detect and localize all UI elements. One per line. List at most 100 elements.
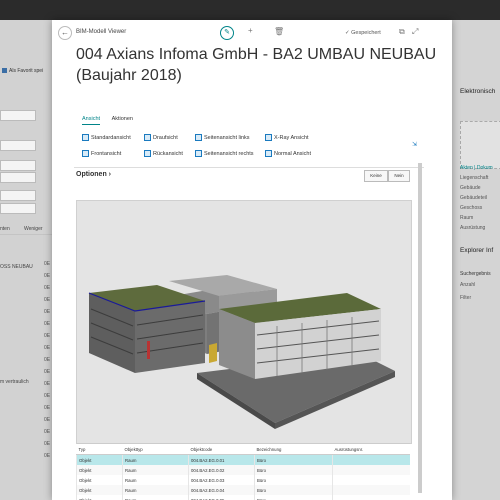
factbox-item: Ausrüstung xyxy=(460,225,486,231)
table-cell: Büro xyxy=(254,475,333,485)
factbox-link[interactable]: Akten | Dokum xyxy=(460,165,493,171)
bg-field[interactable] xyxy=(0,160,36,171)
factbox-heading: Elektronisch xyxy=(460,88,496,95)
bim-3d-viewer[interactable] xyxy=(76,200,412,444)
table-cell: Büro xyxy=(254,454,333,465)
column-header[interactable]: Objekttyp xyxy=(122,443,189,455)
table-cell: Objekt xyxy=(76,475,123,485)
bg-row-value: 0E xyxy=(44,417,51,423)
bg-row-value: 0E xyxy=(44,333,51,339)
bg-tab-label: nten xyxy=(0,226,10,232)
view-icon xyxy=(82,134,89,141)
back-view-button[interactable]: Rückansicht xyxy=(144,150,183,157)
normal-view-button[interactable]: Normal Ansicht xyxy=(265,150,311,157)
bg-field[interactable] xyxy=(0,110,36,121)
edit-button[interactable]: ✎ xyxy=(220,26,234,40)
factbox-section: Suchergebnis xyxy=(460,271,491,277)
saved-label: Gespeichert xyxy=(351,30,381,36)
table-cell: Raum xyxy=(122,485,189,495)
action-label: Draufsicht xyxy=(153,134,178,141)
table-cell: Raum xyxy=(122,475,189,485)
front-view-button[interactable]: Frontansicht xyxy=(82,150,121,157)
scrollbar[interactable] xyxy=(418,163,422,493)
bg-field[interactable] xyxy=(0,190,36,201)
expand-icon[interactable]: ⤢ xyxy=(412,27,418,37)
standard-view-button[interactable]: Standardansicht xyxy=(82,134,131,141)
object-table: Typ Objekttyp Objektcode Bezeichnung Aus… xyxy=(76,443,410,500)
table-cell xyxy=(332,475,410,485)
bg-row-value: 0E xyxy=(44,369,51,375)
factbox-item: Anzahl xyxy=(460,282,476,288)
top-bar xyxy=(0,0,500,20)
bg-field[interactable] xyxy=(0,172,36,183)
table-row[interactable]: Objekt Raum 004.BA2.EG.0.02 Büro xyxy=(76,465,410,475)
saved-status: ✓ Gespeichert xyxy=(345,30,381,36)
table-cell xyxy=(332,485,410,495)
bg-row-value: 0E xyxy=(44,357,51,363)
view-icon xyxy=(265,134,272,141)
table-cell: 004.BA2.EG.0.02 xyxy=(188,465,255,475)
pin-actions-icon[interactable]: ⇲ xyxy=(412,141,417,148)
favorite-action[interactable]: Als Favorit spei xyxy=(2,68,43,74)
tab-ansicht[interactable]: Ansicht xyxy=(82,116,101,125)
table-row[interactable]: Objekt Raum 004.BA2.EG.0.04 Büro xyxy=(76,485,410,495)
table-cell xyxy=(332,465,410,475)
chevron-right-icon: › xyxy=(108,171,112,178)
column-header[interactable]: Bezeichnung xyxy=(254,443,333,455)
top-view-button[interactable]: Draufsicht xyxy=(144,134,178,141)
column-header[interactable]: Objektcode xyxy=(188,443,255,455)
table-cell: Raum xyxy=(122,495,189,500)
factbox-heading: Explorer Inf xyxy=(460,247,494,254)
table-cell: Raum xyxy=(122,465,189,475)
table-row[interactable]: Objekt Raum 004.BA2.EG.0.03 Büro xyxy=(76,475,410,485)
table-cell: Objekt xyxy=(76,495,123,500)
bg-row-value: 0E xyxy=(44,261,51,267)
attachment-drop-area[interactable] xyxy=(460,121,500,169)
table-cell: Büro xyxy=(254,485,333,495)
options-section-toggle[interactable]: Optionen › xyxy=(76,171,111,178)
view-icon xyxy=(265,150,272,157)
bg-field[interactable] xyxy=(0,140,36,151)
view-icon xyxy=(195,134,202,141)
factbox-item: Raum xyxy=(460,215,474,221)
column-header[interactable]: Ausrüstungsnr. xyxy=(332,443,410,455)
bg-row-value: 0E xyxy=(44,345,51,351)
bg-field[interactable] xyxy=(0,203,36,214)
tab-aktionen[interactable]: Aktionen xyxy=(112,116,133,124)
column-header[interactable]: Typ xyxy=(76,443,123,455)
add-icon[interactable]: + xyxy=(248,26,253,35)
xray-view-button[interactable]: X-Ray Ansicht xyxy=(265,134,309,141)
factbox-item: Gebäudeteil xyxy=(460,195,487,201)
bg-tab-label[interactable]: Weniger xyxy=(24,226,43,232)
action-label: Normal Ansicht xyxy=(274,150,311,157)
action-label: X-Ray Ansicht xyxy=(274,134,309,141)
table-cell: 004.BA2.EG.0.01 xyxy=(188,454,255,465)
favorite-label: Als Favorit spei xyxy=(9,68,44,74)
table-cell: 004.BA2.EG.0.03 xyxy=(188,475,255,485)
table-row[interactable]: Objekt Raum 004.BA2.EG.0.05 Büro xyxy=(76,495,410,500)
back-button[interactable]: ← xyxy=(58,26,72,40)
open-new-window-icon[interactable]: ⧉ xyxy=(399,27,405,37)
breadcrumb: BIM-Modell Viewer xyxy=(76,29,127,35)
table-row[interactable]: Objekt Raum 004.BA2.EG.0.01 Büro xyxy=(76,454,410,465)
table-header-row: Typ Objekttyp Objektcode Bezeichnung Aus… xyxy=(76,443,410,455)
building-model-render xyxy=(88,275,395,429)
delete-icon[interactable]: 🗑 xyxy=(274,27,284,36)
options-label: Optionen xyxy=(76,171,107,178)
view-icon xyxy=(144,134,151,141)
bg-row-text: m vertraulich xyxy=(0,379,29,385)
bg-row-value: 0E xyxy=(44,309,51,315)
factbox-item: Liegenschaft xyxy=(460,175,489,181)
bg-row-value: 0E xyxy=(44,321,51,327)
bg-row-value: 0E xyxy=(44,393,51,399)
option-keine-button[interactable]: Keine xyxy=(364,170,388,182)
bg-row-value: 0E xyxy=(44,405,51,411)
action-label: Seitenansicht links xyxy=(204,134,250,141)
option-nein-button[interactable]: Nein xyxy=(388,170,410,182)
factbox-item: Geschoss xyxy=(460,205,483,211)
view-icon xyxy=(144,150,151,157)
bg-row-value: 0E xyxy=(44,429,51,435)
save-icon xyxy=(2,68,7,74)
right-side-view-button[interactable]: Seitenansicht rechts xyxy=(195,150,254,157)
left-side-view-button[interactable]: Seitenansicht links xyxy=(195,134,250,141)
